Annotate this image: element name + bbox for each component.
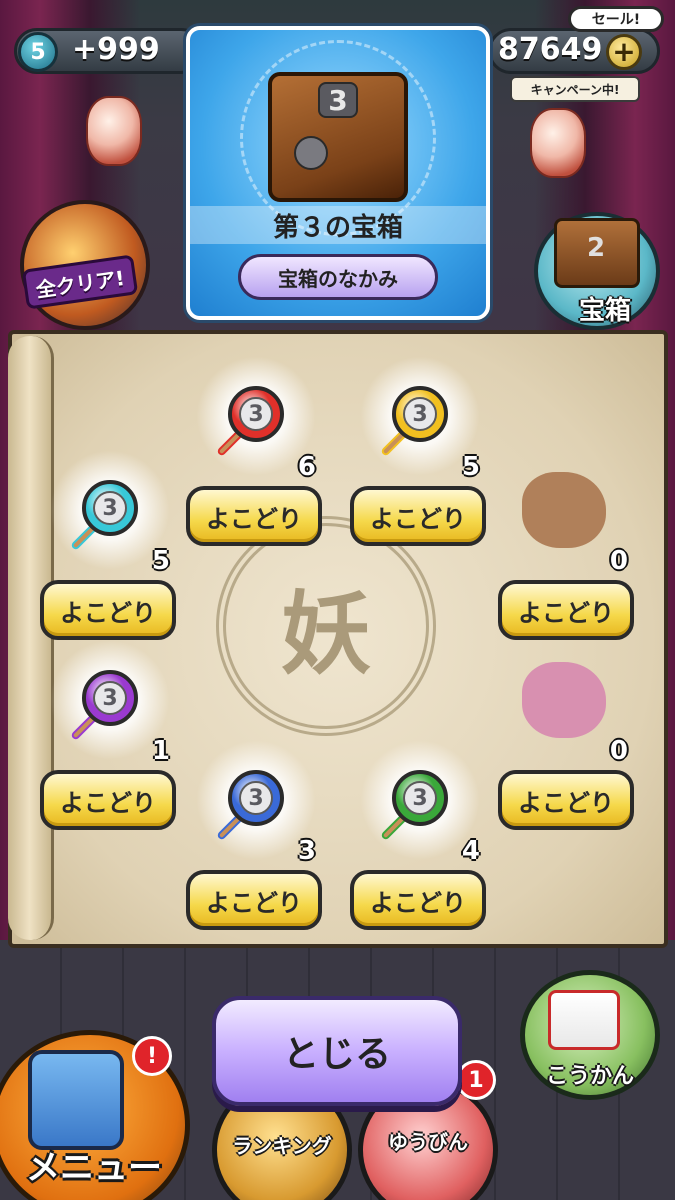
lantern-right: [530, 108, 586, 178]
close-button[interactable]: とじる: [212, 996, 462, 1106]
medal-number: 3: [403, 781, 437, 815]
medal-number: 3: [93, 681, 127, 715]
item-count: 0: [609, 736, 628, 766]
small-chest-number: 2: [587, 233, 606, 263]
lantern-left: [86, 96, 142, 166]
currency-value: 87649: [498, 32, 603, 67]
chest-lock-icon: [294, 136, 328, 170]
key-item-yellow: 3 5 よこどり: [350, 356, 490, 556]
key-item-pink-locked: 0 よこどり: [498, 640, 638, 840]
gift-box-icon: [548, 990, 620, 1050]
item-count: 4: [461, 836, 480, 866]
item-count: 6: [297, 452, 316, 482]
small-chest-icon: 2: [554, 218, 640, 288]
medal-number: 3: [403, 397, 437, 431]
item-count: 5: [151, 546, 170, 576]
treasure-chest-icon: 3: [268, 72, 408, 202]
medal-number: 3: [239, 781, 273, 815]
key-item-brown-locked: 0 よこどり: [498, 450, 638, 650]
yokodori-button[interactable]: よこどり: [350, 486, 486, 546]
item-count: 1: [151, 736, 170, 766]
item-count: 3: [297, 836, 316, 866]
key-medal-icon: 3: [392, 770, 448, 826]
chest-number-plate: 3: [318, 82, 358, 118]
medal-number: 3: [93, 491, 127, 525]
sale-tag[interactable]: セール!: [568, 6, 664, 32]
key-level: 5: [30, 39, 46, 65]
yokodori-button[interactable]: よこどり: [186, 486, 322, 546]
item-count: 5: [461, 452, 480, 482]
key-medal-icon: 3: [82, 670, 138, 726]
key-medal-icon: 3: [392, 386, 448, 442]
add-currency-button[interactable]: +: [606, 34, 642, 70]
campaign-tag[interactable]: キャンペーン中!: [510, 76, 640, 102]
chest-title: 第３の宝箱: [190, 206, 486, 244]
yokodori-button[interactable]: よこどり: [498, 580, 634, 640]
yokodori-button[interactable]: よこどり: [186, 870, 322, 930]
key-item-blue: 3 3 よこどり: [186, 740, 326, 940]
menu-alert-badge: !: [132, 1036, 172, 1076]
treasure-chest-label: 宝箱: [578, 296, 631, 326]
key-counter-value: +999: [72, 32, 160, 67]
yokai-pad-icon: [28, 1050, 124, 1150]
yokodori-button[interactable]: よこどり: [350, 870, 486, 930]
mail-label: ゆうびん: [388, 1130, 468, 1154]
ranking-label: ランキング: [232, 1134, 332, 1158]
exchange-label: こうかん: [545, 1064, 634, 1089]
yokodori-button[interactable]: よこどり: [40, 580, 176, 640]
mail-alert-badge: 1: [456, 1060, 496, 1100]
plus-icon: +: [612, 35, 636, 68]
key-level-icon: 5: [18, 32, 58, 72]
yokodori-button[interactable]: よこどり: [498, 770, 634, 830]
item-count: 0: [609, 546, 628, 576]
key-item-green: 3 4 よこどり: [350, 740, 490, 940]
yokodori-button[interactable]: よこどり: [40, 770, 176, 830]
key-item-cyan: 3 5 よこどり: [40, 450, 180, 650]
key-medal-icon: 3: [228, 770, 284, 826]
menu-label: メニュー: [26, 1148, 162, 1188]
chest-contents-button[interactable]: 宝箱のなかみ: [238, 254, 438, 300]
key-medal-icon: 3: [228, 386, 284, 442]
medal-number: 3: [239, 397, 273, 431]
locked-silhouette-icon: [522, 662, 606, 738]
key-medal-icon: 3: [82, 480, 138, 536]
locked-silhouette-icon: [522, 472, 606, 548]
key-item-red: 3 6 よこどり: [186, 356, 326, 556]
key-item-purple: 3 1 よこどり: [40, 640, 180, 840]
